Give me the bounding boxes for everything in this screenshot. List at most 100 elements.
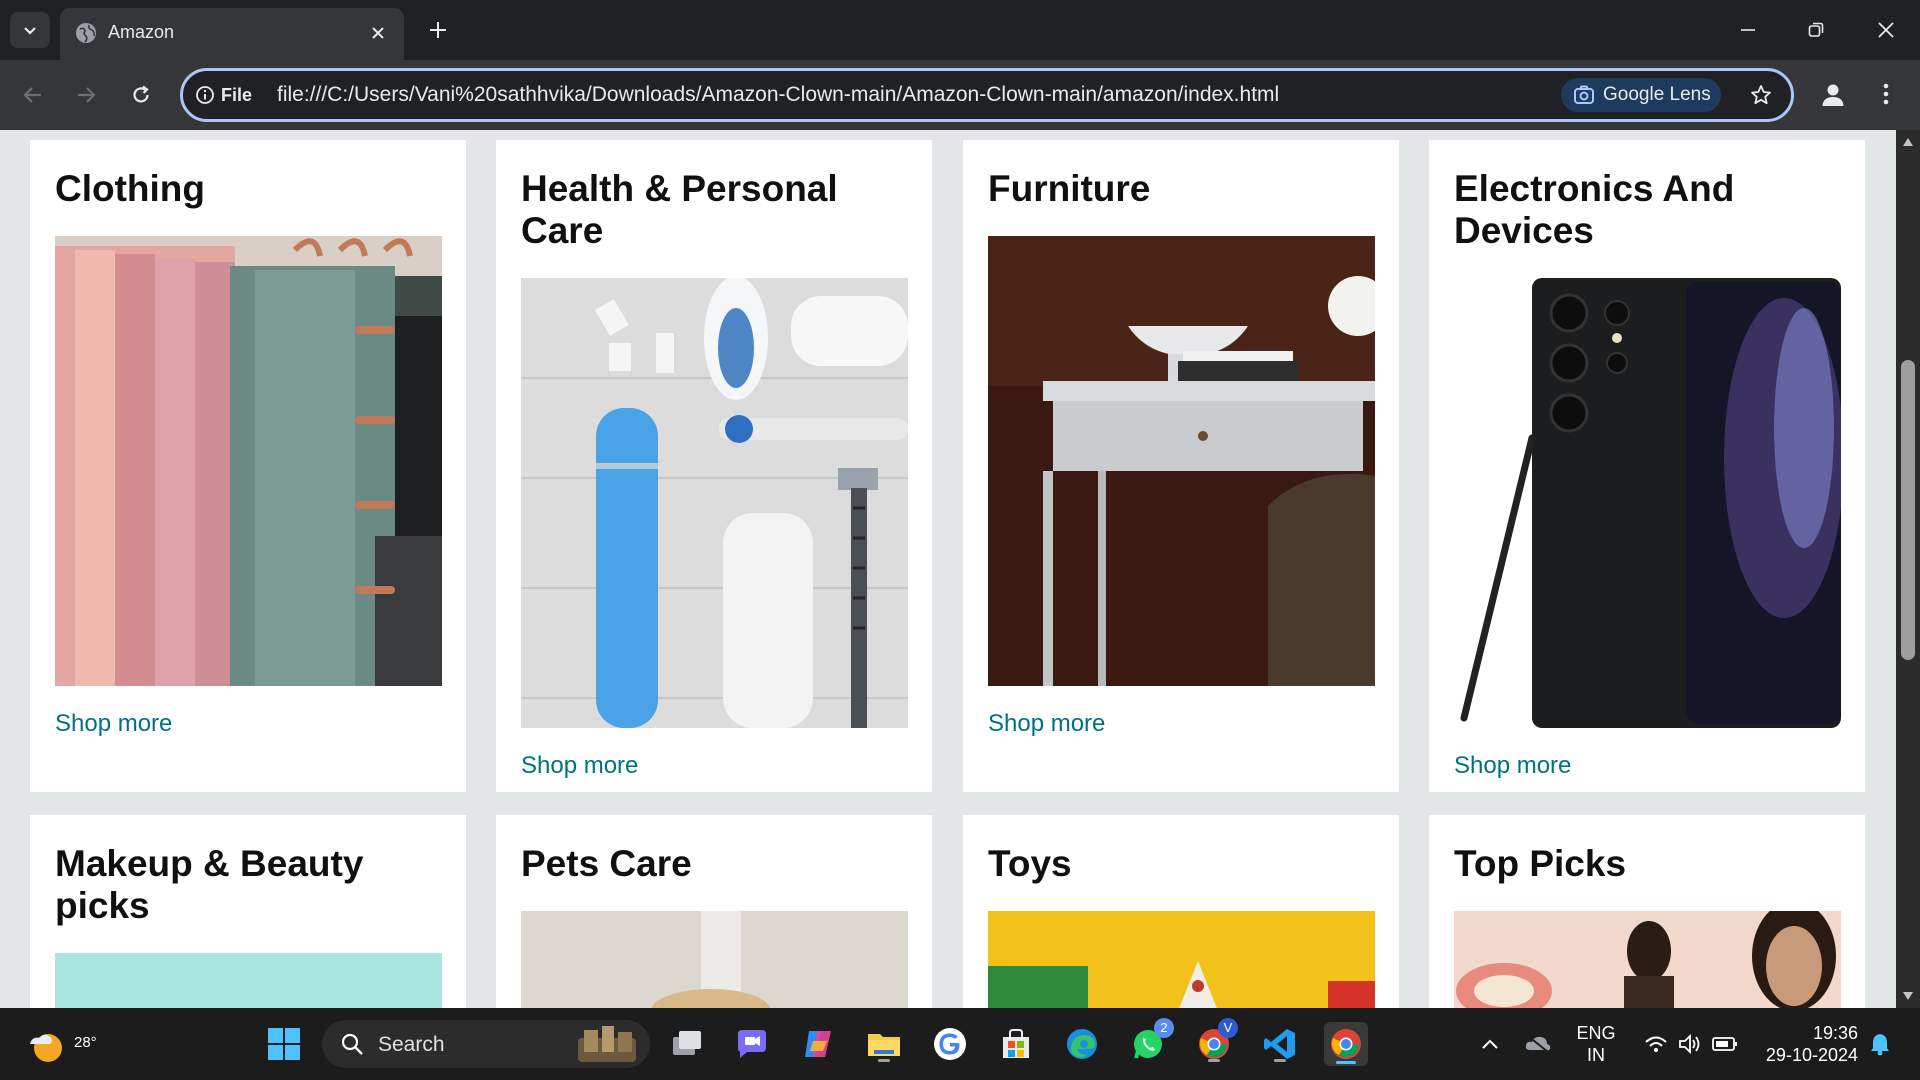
tab-close-button[interactable] [366, 21, 390, 45]
card-title: Toys [988, 843, 1072, 884]
address-bar[interactable]: File file:///C:/Users/Vani%20sathhvika/D… [180, 68, 1794, 122]
scroll-down-arrow[interactable] [1902, 990, 1914, 1002]
cloud-off-icon [1525, 1035, 1551, 1053]
smartphone-photo [1454, 278, 1841, 728]
scrollbar-thumb[interactable] [1901, 360, 1915, 660]
card-title: Health & Personal Care [521, 168, 838, 251]
desk-furniture-image[interactable] [988, 236, 1375, 686]
info-icon [196, 86, 214, 104]
taskbar-search-box[interactable]: Search [322, 1020, 650, 1068]
file-explorer-button[interactable] [862, 1022, 906, 1066]
network-volume-battery-group[interactable] [1636, 1022, 1746, 1066]
url-text[interactable]: file:///C:/Users/Vani%20sathhvika/Downlo… [277, 83, 1279, 107]
edge-browser-button[interactable] [1060, 1022, 1104, 1066]
tab-search-button[interactable] [10, 12, 50, 48]
smartphone-stylus-image[interactable] [1454, 278, 1841, 728]
start-button[interactable] [262, 1022, 306, 1066]
microsoft-store-button[interactable] [994, 1022, 1038, 1066]
store-bag-icon [1003, 1029, 1029, 1058]
chrome-profile-badge: V [1218, 1018, 1238, 1038]
top-picks-photo [1454, 911, 1841, 1008]
running-indicator [1274, 1059, 1286, 1062]
category-card-furniture: Furniture Shop more [963, 140, 1399, 792]
vscode-button[interactable] [1258, 1022, 1302, 1066]
site-info-label: File [221, 84, 253, 105]
shop-more-link[interactable]: Shop more [521, 752, 638, 780]
bell-icon [1871, 1034, 1889, 1056]
bookmark-button[interactable] [1745, 79, 1777, 111]
clock[interactable]: 19:36 29-10-2024 [1754, 1022, 1858, 1066]
personal-care-products-image[interactable] [521, 278, 908, 728]
weather-widget[interactable]: 28° [26, 1020, 97, 1070]
browser-toolbar: File file:///C:/Users/Vani%20sathhvika/D… [0, 60, 1920, 130]
new-tab-button[interactable] [424, 16, 452, 44]
more-vert-icon [1883, 83, 1889, 105]
weather-temperature: 28° [74, 1034, 97, 1051]
teams-chat-button[interactable] [730, 1022, 774, 1066]
notifications-button[interactable] [1862, 1022, 1898, 1066]
category-card-health-personal-care: Health & Personal Care Shop more [496, 140, 932, 792]
furniture-photo [988, 236, 1375, 686]
top-picks-fashion-image[interactable] [1454, 911, 1841, 1008]
copilot-button[interactable] [796, 1022, 840, 1066]
personal-care-photo [521, 278, 908, 728]
active-indicator [1336, 1061, 1356, 1064]
forward-button[interactable] [67, 76, 105, 114]
whatsapp-button[interactable]: 2 [1126, 1018, 1174, 1066]
card-title: Pets Care [521, 843, 692, 884]
minimize-icon [1741, 29, 1755, 31]
google-app-button[interactable] [928, 1022, 972, 1066]
shop-more-link[interactable]: Shop more [1454, 752, 1571, 780]
windows-logo-icon [268, 1028, 300, 1060]
category-card-makeup-beauty: Makeup & Beauty picks [30, 815, 466, 1008]
task-view-button[interactable] [666, 1022, 710, 1066]
language-code: ENG [1576, 1023, 1616, 1043]
card-title: Top Picks [1454, 843, 1627, 884]
battery-icon [1712, 1037, 1737, 1051]
copilot-icon [805, 1031, 831, 1057]
pets-photo [521, 911, 908, 1008]
card-title: Clothing [55, 168, 206, 209]
category-card-top-picks: Top Picks [1429, 815, 1865, 1008]
back-button[interactable] [14, 76, 52, 114]
vscode-icon [1264, 1029, 1295, 1059]
shop-more-link[interactable]: Shop more [988, 710, 1105, 738]
close-window-button[interactable] [1866, 12, 1906, 48]
wifi-icon [1645, 1036, 1667, 1052]
running-indicator [878, 1059, 890, 1062]
browser-menu-button[interactable] [1872, 77, 1900, 111]
chrome-icon [1331, 1029, 1361, 1059]
category-card-clothing: Clothing Shop more [30, 140, 466, 792]
chrome-profile-button[interactable]: V [1192, 1018, 1238, 1066]
taskbar-search-label: Search [378, 1033, 445, 1056]
google-lens-button[interactable]: Google Lens [1561, 78, 1721, 112]
toys-image[interactable] [988, 911, 1375, 1008]
pets-care-image[interactable] [521, 911, 908, 1008]
language-indicator[interactable]: ENG IN [1566, 1022, 1626, 1066]
clock-time: 19:36 [1812, 1023, 1858, 1043]
onedrive-button[interactable] [1518, 1022, 1558, 1066]
shop-more-link[interactable]: Shop more [55, 710, 172, 738]
windows-taskbar: 28° Search 2 V ENG IN 19:36 29-10-2024 [0, 1008, 1920, 1080]
edge-icon [1067, 1029, 1097, 1059]
chat-bubble-icon [738, 1030, 766, 1058]
triangle-up-icon [1903, 138, 1913, 146]
category-card-electronics: Electronics And Devices Shop more [1429, 140, 1865, 792]
close-icon [372, 27, 384, 39]
page-scrollbar[interactable] [1896, 130, 1920, 1008]
profile-button[interactable] [1816, 77, 1850, 111]
browser-tab-active[interactable]: Amazon [60, 8, 404, 60]
camera-lens-icon [1574, 85, 1594, 104]
restore-button[interactable] [1796, 12, 1836, 48]
folder-icon [868, 1034, 900, 1056]
minimize-button[interactable] [1728, 12, 1768, 48]
clothing-hangers-image[interactable] [55, 236, 442, 686]
whatsapp-notification-badge: 2 [1154, 1018, 1174, 1038]
show-hidden-icons-button[interactable] [1470, 1022, 1510, 1066]
card-title: Electronics And Devices [1454, 168, 1735, 251]
chrome-active-button[interactable] [1324, 1022, 1368, 1066]
scroll-up-arrow[interactable] [1902, 136, 1914, 148]
makeup-beauty-image[interactable] [55, 953, 442, 1008]
reload-button[interactable] [122, 76, 160, 114]
site-info-chip[interactable]: File [195, 81, 252, 109]
